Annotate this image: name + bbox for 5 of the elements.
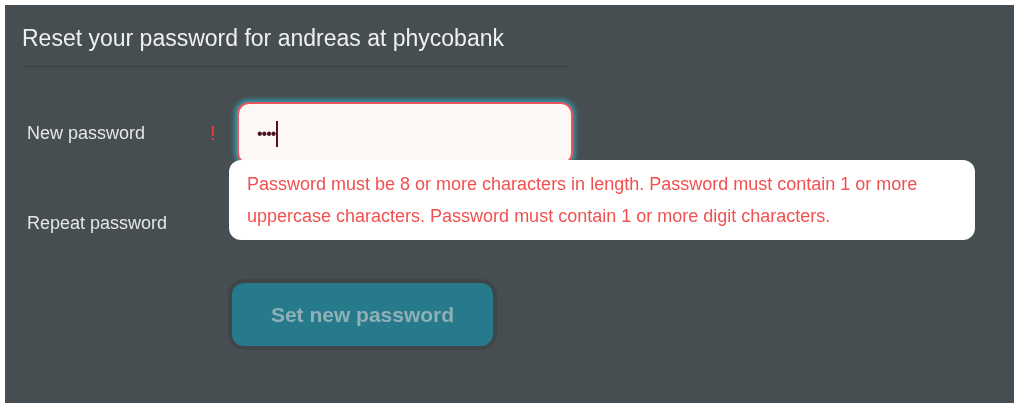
- error-tooltip: Password must be 8 or more characters in length. Password must contain 1 or more uppercase characters. Password must contain 1 or more digit characters.: [229, 160, 975, 240]
- field-label: New password: [26, 123, 147, 144]
- page-title: Reset your password for andreas at phycobank: [22, 25, 568, 67]
- error-mark: !: [210, 122, 217, 145]
- field-label: Repeat password: [26, 213, 169, 234]
